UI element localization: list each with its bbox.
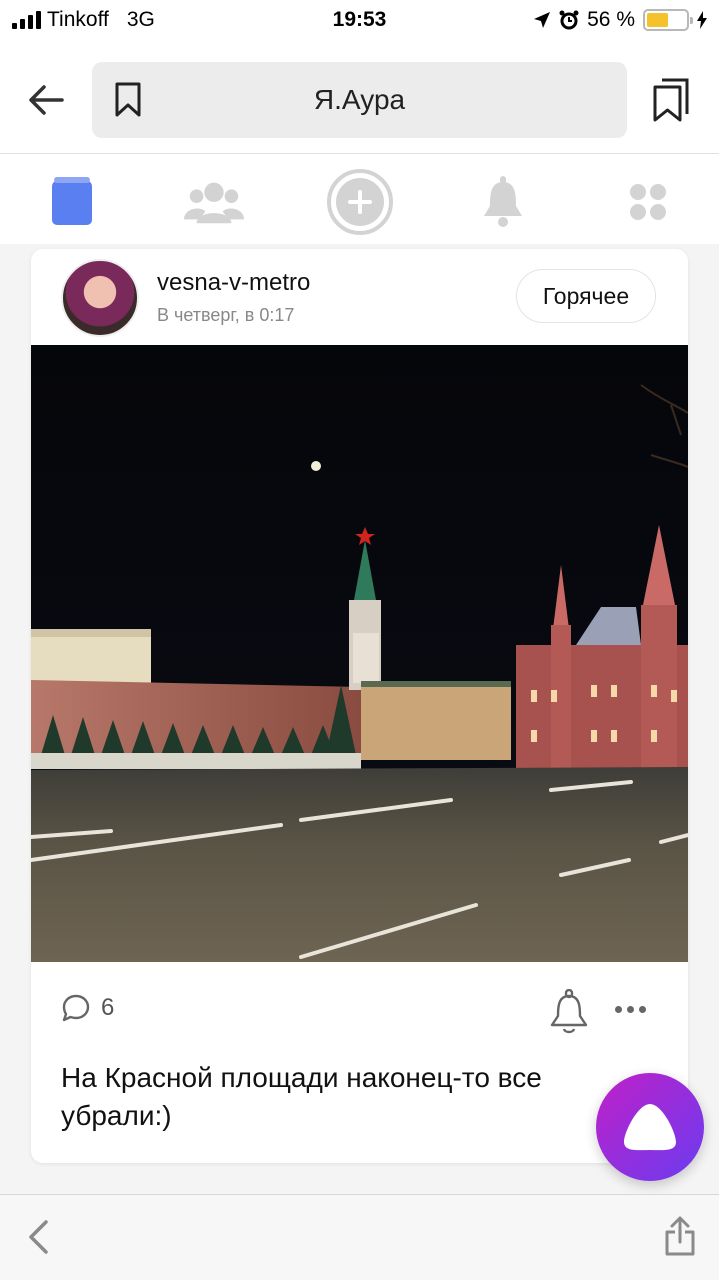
browser-header: Я.Аура: [0, 40, 719, 154]
charging-icon: [697, 11, 707, 29]
post-username[interactable]: vesna-v-metro: [157, 269, 310, 297]
nav-feed[interactable]: [42, 172, 102, 232]
add-icon: [327, 169, 393, 235]
nav-people[interactable]: [184, 172, 244, 232]
battery-percent: 56 %: [587, 8, 635, 31]
comments-count: 6: [101, 994, 115, 1021]
comment-icon: [62, 994, 90, 1022]
location-icon: [534, 12, 551, 28]
post-time: В четверг, в 0:17: [157, 305, 295, 325]
more-options-icon[interactable]: [615, 1006, 646, 1013]
alice-icon: [624, 1104, 676, 1151]
toolbar-back-icon[interactable]: [26, 1219, 50, 1255]
nav-apps[interactable]: [618, 172, 678, 232]
comments-button[interactable]: 6: [61, 993, 114, 1023]
nav-notifications[interactable]: [473, 172, 533, 232]
battery-icon: [643, 9, 693, 31]
bottom-toolbar: [0, 1194, 719, 1280]
alarm-icon: [559, 10, 579, 30]
bookmarks-list-icon[interactable]: [652, 78, 690, 122]
feed-icon: [52, 177, 92, 225]
share-icon[interactable]: [664, 1215, 696, 1257]
people-icon: [184, 182, 244, 224]
hot-badge[interactable]: Горячее: [516, 269, 656, 323]
subscribe-bell-icon[interactable]: [549, 989, 589, 1035]
app-nav: [0, 154, 719, 244]
bell-icon: [484, 176, 522, 227]
page-title: Я.Аура: [313, 84, 406, 115]
post-caption: На Красной площади наконец-то все убрали…: [61, 1062, 542, 1131]
post-card: vesna-v-metro В четверг, в 0:17 Горячее: [31, 249, 688, 1163]
apps-icon: [630, 184, 666, 220]
avatar[interactable]: [61, 259, 139, 337]
back-arrow-icon[interactable]: [26, 80, 66, 120]
status-right: 56 %: [533, 8, 707, 32]
status-bar: Tinkoff 3G 19:53 56 %: [0, 0, 719, 40]
post-photo[interactable]: [31, 345, 688, 962]
nav-add[interactable]: [326, 168, 394, 236]
address-bar[interactable]: Я.Аура: [92, 62, 627, 138]
alice-assistant-button[interactable]: [596, 1073, 704, 1181]
